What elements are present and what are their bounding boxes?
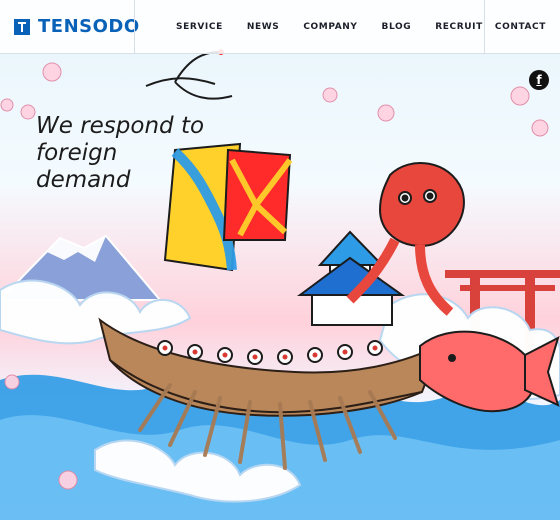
nav-link-news[interactable]: NEWS [247, 22, 280, 32]
nav-link-company[interactable]: COMPANY [303, 22, 357, 32]
header-divider-left [134, 0, 135, 54]
header-divider-right [484, 0, 485, 54]
nav-link-service[interactable]: SERVICE [176, 22, 223, 32]
nav-link-recruit[interactable]: RECRUIT [435, 22, 483, 32]
hero-headline: We respond to foreign demand [36, 113, 204, 194]
contact-link[interactable]: CONTACT [495, 22, 546, 32]
headline-line-1: We respond to [36, 113, 205, 139]
facebook-button[interactable]: f [529, 70, 549, 90]
crane [145, 49, 233, 100]
headline-line-3: demand [36, 167, 131, 193]
contact-area: CONTACT [495, 0, 546, 54]
brand-name: TENSODO [38, 16, 140, 37]
site-header: TENSODO SERVICE NEWS COMPANY BLOG RECRUI… [0, 0, 560, 54]
headline-line-2: foreign [36, 140, 118, 166]
nav-link-blog[interactable]: BLOG [382, 22, 412, 32]
hero-illustration [0, 49, 560, 520]
tensodo-logo-mark-icon [14, 19, 30, 35]
facebook-icon: f [536, 73, 542, 87]
primary-nav: SERVICE NEWS COMPANY BLOG RECRUIT [176, 0, 483, 54]
brand[interactable]: TENSODO [12, 14, 140, 40]
